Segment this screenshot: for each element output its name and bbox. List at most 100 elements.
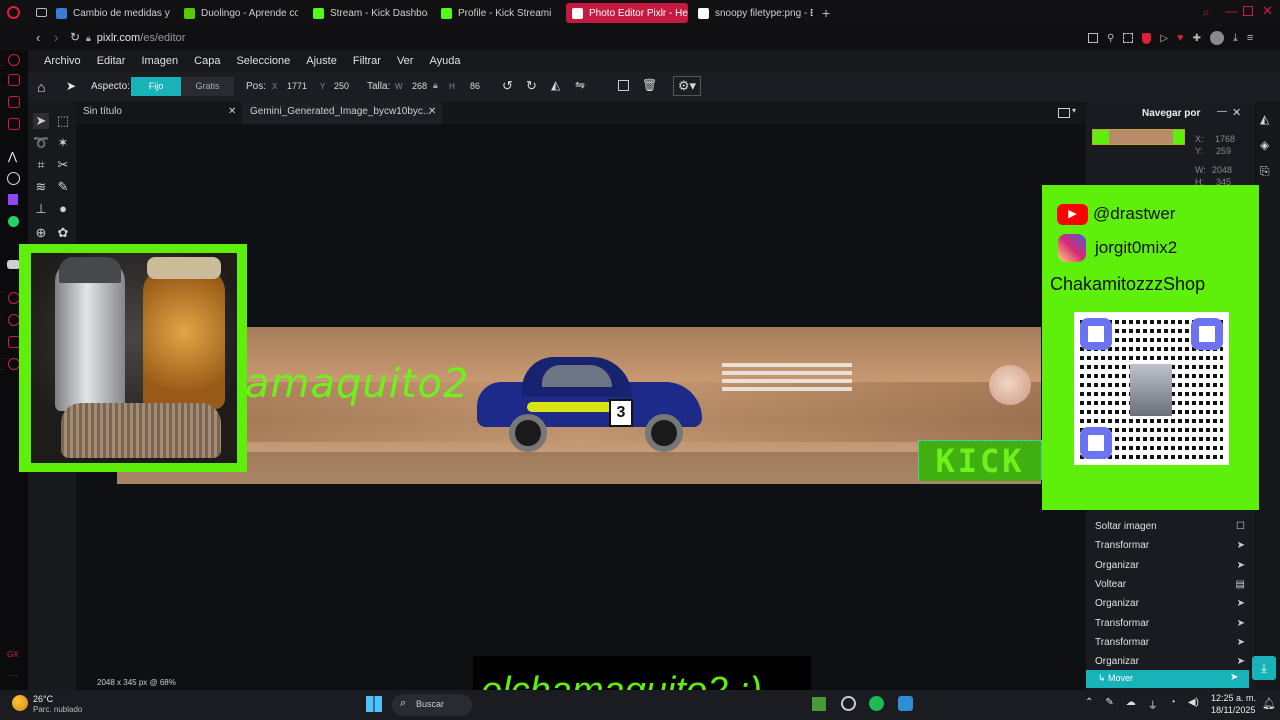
size-w-input[interactable]: 268 xyxy=(412,81,427,91)
navigator-close-icon[interactable]: ✕ xyxy=(1232,106,1241,119)
profile-avatar[interactable] xyxy=(1209,31,1224,45)
speed-dial-icon[interactable] xyxy=(8,54,20,66)
history-item[interactable]: Organizar ➤ xyxy=(1095,653,1245,669)
weather-desc[interactable]: Parc. nublado xyxy=(33,705,82,714)
opera-logo-icon[interactable] xyxy=(7,6,20,19)
layout-toggle-chevron-icon[interactable]: ▾ xyxy=(1072,106,1076,115)
start-button-icon[interactable] xyxy=(366,696,382,712)
crop-tool-icon[interactable]: ⌗ xyxy=(33,157,49,173)
url-field[interactable]: 🔒︎ pixlr.com/es/editor xyxy=(86,30,1076,46)
menu-item[interactable]: Ver xyxy=(389,55,422,67)
browser-tab[interactable]: Cambio de medidas y exp xyxy=(56,3,172,23)
history-item[interactable]: Transformar ➤ xyxy=(1095,615,1245,631)
tray-chevron-icon[interactable]: ⌃ xyxy=(1085,697,1093,711)
browser-tab[interactable]: Stream - Kick Dashboard xyxy=(313,3,428,23)
more-side-icon[interactable]: ··· xyxy=(8,670,18,681)
weather-temp[interactable]: 26°C xyxy=(33,694,53,704)
lasso-tool-icon[interactable]: ➰ xyxy=(33,135,49,151)
browser-tab[interactable]: Duolingo - Aprende con l xyxy=(184,3,298,23)
clock-time[interactable]: 12:25 a. m. xyxy=(1211,693,1256,703)
doc-tab-gemini-close[interactable]: ✕ xyxy=(428,106,436,117)
search-tabs-icon[interactable]: ⌕ xyxy=(1203,5,1210,20)
history-panel-icon[interactable]: ⎘ xyxy=(1260,164,1270,179)
effects-tool-icon[interactable]: ✿ xyxy=(55,225,71,241)
twitch-side-icon[interactable] xyxy=(8,194,18,205)
banner-image[interactable]: 3 amaquito2 xyxy=(117,327,1041,484)
aria-icon[interactable] xyxy=(8,74,20,86)
fixed-aspect-button[interactable]: Fijo xyxy=(131,77,181,96)
puzzle-icon[interactable]: ✚ xyxy=(1193,33,1201,44)
play-icon[interactable]: ▷ xyxy=(1160,33,1168,44)
sidebar-toggle-icon[interactable] xyxy=(1088,33,1098,43)
export-button[interactable]: ⤓ xyxy=(1252,656,1276,680)
marquee-tool-icon[interactable]: ⬚ xyxy=(55,113,71,129)
gx-icon[interactable]: GX xyxy=(7,650,19,659)
liquify-tool-icon[interactable]: ≋ xyxy=(33,179,49,195)
kick-side-icon[interactable]: ⋀ xyxy=(8,150,17,163)
lock-ratio-icon[interactable]: 🔒︎ xyxy=(433,80,438,91)
menu-item[interactable]: Seleccione xyxy=(228,55,298,67)
heart-icon[interactable]: ♥ xyxy=(1177,32,1184,44)
pos-x-input[interactable]: 1771 xyxy=(287,81,307,91)
download-icon[interactable]: ⤓ xyxy=(1233,32,1238,45)
pin-icon[interactable]: ⚲ xyxy=(1107,33,1114,44)
home-icon[interactable]: ⌂ xyxy=(37,79,45,95)
doc-tab-untitled-close[interactable]: ✕ xyxy=(228,106,236,117)
vpn-shield-icon[interactable] xyxy=(1142,32,1152,44)
tray-mic-icon[interactable]: ⏚ xyxy=(1148,697,1158,712)
menu-item[interactable]: Filtrar xyxy=(345,55,389,67)
maximize-icon[interactable] xyxy=(1243,6,1253,16)
rotate-right-icon[interactable]: ↻ xyxy=(526,78,537,94)
history-item[interactable]: Voltear ▤ xyxy=(1095,576,1245,592)
history-item-active[interactable]: ↳ Mover xyxy=(1098,673,1133,684)
wand-tool-icon[interactable]: ✶ xyxy=(55,135,71,151)
taskbar-search[interactable]: ⌕ Buscar xyxy=(392,694,472,716)
opera-taskbar-icon[interactable] xyxy=(841,696,856,711)
browser-tab[interactable]: Profile - Kick Streaming xyxy=(441,3,551,23)
browser-menu-icon[interactable]: ≡ xyxy=(1247,32,1253,44)
navigator-thumbnail[interactable] xyxy=(1092,129,1185,145)
doc-tab-untitled[interactable]: Sin título xyxy=(83,106,122,117)
free-aspect-button[interactable]: Gratis xyxy=(181,77,234,96)
settings-gear-icon[interactable]: ⚙︎▾ xyxy=(673,76,701,96)
history-item[interactable]: Organizar ➤ xyxy=(1095,595,1245,611)
navigator-minimize-icon[interactable]: — xyxy=(1217,106,1227,117)
browser-tab[interactable]: snoopy filetype:png - Bus xyxy=(698,3,813,23)
delete-icon[interactable]: 🗑︎ xyxy=(642,78,657,92)
layout-toggle-icon[interactable] xyxy=(1058,108,1070,118)
clock-date[interactable]: 18/11/2025 xyxy=(1211,705,1255,715)
messenger-icon[interactable] xyxy=(8,96,20,108)
menu-item[interactable]: Imagen xyxy=(133,55,186,67)
tray-cloud-icon[interactable]: ☁ xyxy=(1126,697,1136,711)
menu-item[interactable]: Editar xyxy=(89,55,134,67)
minimize-icon[interactable]: — xyxy=(1225,4,1237,18)
pos-y-input[interactable]: 250 xyxy=(334,81,349,91)
history-item[interactable]: Soltar imagen ☐ xyxy=(1095,518,1245,534)
arrange-tool-icon[interactable]: ➤ xyxy=(33,113,49,129)
tray-volume-icon[interactable]: ◀) xyxy=(1188,697,1199,711)
layers-panel-icon[interactable]: ◈ xyxy=(1260,138,1269,152)
globe-tool-icon[interactable]: ⊕ xyxy=(33,225,49,241)
flip-horizontal-icon[interactable]: ◭ xyxy=(551,78,560,92)
history-item[interactable]: Organizar ➤ xyxy=(1095,557,1245,573)
drop-tool-icon[interactable]: ● xyxy=(55,201,71,217)
duplicate-icon[interactable] xyxy=(618,80,629,91)
whatsapp-side-icon[interactable] xyxy=(8,216,19,227)
move-tool-icon[interactable]: ➤ xyxy=(66,79,76,93)
heal-tool-icon[interactable]: ✎ xyxy=(55,179,71,195)
menu-item[interactable]: Ayuda xyxy=(421,55,468,67)
reload-icon[interactable]: ↻ xyxy=(70,30,80,44)
size-h-input[interactable]: 86 xyxy=(470,81,480,91)
tab-overview-icon[interactable] xyxy=(36,8,47,17)
cut-tool-icon[interactable]: ✂ xyxy=(55,157,71,173)
forward-icon[interactable]: › xyxy=(54,30,58,45)
kick-logo-layer[interactable]: KICK xyxy=(918,440,1042,481)
properties-panel-icon[interactable]: ◭ xyxy=(1260,112,1269,126)
menu-item[interactable]: Capa xyxy=(186,55,228,67)
new-tab-button[interactable]: + xyxy=(822,5,830,21)
tray-pen-icon[interactable]: ✎ xyxy=(1105,697,1113,711)
history-item[interactable]: Transformar ➤ xyxy=(1095,537,1245,553)
spotify-taskbar-icon[interactable] xyxy=(869,696,884,711)
tray-wifi-icon[interactable]: ◔ xyxy=(1170,697,1176,711)
history-item[interactable]: Transformar ➤ xyxy=(1095,634,1245,650)
